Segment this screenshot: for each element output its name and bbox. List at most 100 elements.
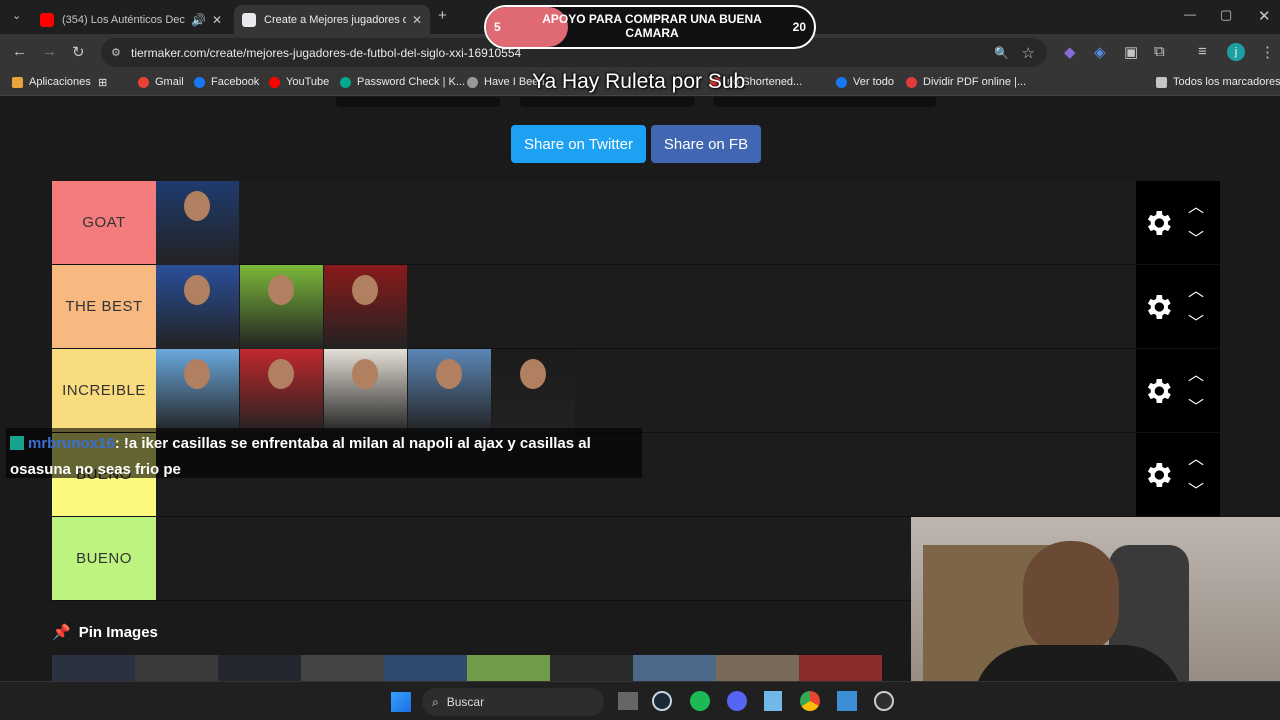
media-icon[interactable]: ≡ [1198,43,1207,60]
pool-thumb[interactable] [799,655,882,681]
youtube-icon [40,12,54,27]
tier-label[interactable]: GOAT [52,181,156,264]
ruleta-overlay-text: Ya Hay Ruleta por Sub [532,70,746,93]
top-input[interactable] [336,97,500,107]
pool-thumb[interactable] [384,655,467,681]
bookmark-password-check[interactable]: Password Check | K... [340,76,465,88]
tier-row: BUENO [52,517,912,601]
bookmark-dividir-pdf[interactable]: Dividir PDF online |... [906,76,1026,88]
player-thumbnail[interactable] [492,349,575,433]
player-thumbnail[interactable] [156,181,239,265]
player-thumbnail[interactable] [240,265,323,349]
site-info-icon[interactable]: ⚙ [111,46,121,59]
move-up-icon[interactable]: ︿ [1188,193,1204,217]
tab-title: Create a Mejores jugadores de [264,13,406,26]
bookmark-ver-todo[interactable]: Ver todo [836,76,894,88]
profile-avatar[interactable]: j [1227,43,1245,61]
move-up-icon[interactable]: ︿ [1188,277,1204,301]
gear-icon[interactable] [1142,459,1174,491]
top-input[interactable] [520,97,694,107]
grid-icon[interactable]: ⊞ [98,76,107,89]
close-window-icon[interactable]: ✕ [1258,7,1271,25]
menu-icon[interactable]: ⋮ [1260,43,1275,61]
windows-taskbar: ⌕ Buscar [0,681,1280,720]
tab-list-icon[interactable]: ⌄ [12,9,21,22]
tier-label[interactable]: BUENO [52,517,156,600]
tier-label[interactable]: THE BEST [52,265,156,348]
obs-icon[interactable] [874,691,894,711]
close-icon[interactable]: ✕ [212,13,222,27]
taskbar-search[interactable]: ⌕ Buscar [422,688,604,716]
pool-thumb[interactable] [301,655,384,681]
chat-badge-icon [10,436,24,450]
maximize-icon[interactable]: ▢ [1220,7,1232,23]
discord-icon[interactable] [727,691,747,711]
close-icon[interactable]: ✕ [412,13,422,27]
player-thumbnail[interactable] [324,265,407,349]
pool-thumb[interactable] [716,655,799,681]
move-up-icon[interactable]: ︿ [1188,361,1204,385]
photos-icon[interactable] [837,691,857,711]
player-thumbnail[interactable] [156,265,239,349]
pool-thumb[interactable] [218,655,301,681]
share-fb-button[interactable]: Share on FB [651,125,761,163]
pool-thumb[interactable] [135,655,218,681]
extensions-puzzle-icon[interactable]: ⧉ [1154,43,1165,60]
player-head [184,275,210,305]
steam-icon[interactable] [652,691,672,711]
zoom-icon[interactable]: 🔍 [994,46,1009,60]
tier-label[interactable]: INCREIBLE [52,349,156,432]
extension-icon[interactable]: ▣ [1124,43,1138,61]
facebook-icon [194,76,205,88]
bookmark-facebook[interactable]: Facebook [194,76,259,88]
bookmark-gmail[interactable]: Gmail [138,76,184,88]
bookmark-all[interactable]: Todos los marcadores [1156,76,1280,88]
gmail-icon [138,76,149,88]
bookmark-apps[interactable]: Aplicaciones [12,76,91,88]
player-thumbnail[interactable] [408,349,491,433]
reload-icon[interactable]: ↻ [72,43,85,61]
file-explorer-icon[interactable] [618,692,638,710]
new-tab-icon[interactable]: + [438,7,447,24]
star-icon[interactable]: ☆ [1022,44,1035,62]
back-icon[interactable]: ← [12,43,27,60]
tab-tiermaker[interactable]: Create a Mejores jugadores de ✕ [234,5,430,34]
player-thumbnail[interactable] [324,349,407,433]
extension-icon[interactable]: ◆ [1064,43,1076,61]
minimize-icon[interactable]: — [1184,7,1196,21]
player-head [352,359,378,389]
move-down-icon[interactable]: ﹀ [1188,225,1204,249]
spotify-icon[interactable] [690,691,710,711]
tab-youtube[interactable]: (354) Los Auténticos Decad 🔊 ✕ [32,5,230,34]
folder-icon [1156,76,1167,88]
bookmark-youtube[interactable]: YouTube [269,76,329,88]
player-thumbnail[interactable] [240,349,323,433]
tab-title: (354) Los Auténticos Decad [62,13,185,26]
forward-icon[interactable]: → [42,43,57,60]
move-up-icon[interactable]: ︿ [1188,445,1204,469]
goal-current: 5 [494,20,501,34]
gear-icon[interactable] [1142,207,1174,239]
player-head [520,359,546,389]
share-twitter-button[interactable]: Share on Twitter [511,125,646,163]
player-head [436,359,462,389]
top-input[interactable] [714,97,936,107]
gear-icon[interactable] [1142,375,1174,407]
pool-thumb[interactable] [52,655,135,681]
player-thumbnail[interactable] [156,349,239,433]
chrome-icon[interactable] [800,691,820,711]
pool-thumb[interactable] [550,655,633,681]
move-down-icon[interactable]: ﹀ [1188,393,1204,417]
extension-icon[interactable]: ◈ [1094,43,1106,61]
kaspersky-icon [340,76,351,88]
gear-icon[interactable] [1142,291,1174,323]
pool-thumb[interactable] [633,655,716,681]
pin-images[interactable]: 📌 Pin Images [52,623,158,642]
move-down-icon[interactable]: ﹀ [1188,309,1204,333]
pool-thumb[interactable] [467,655,550,681]
move-down-icon[interactable]: ﹀ [1188,477,1204,501]
notepad-icon[interactable] [764,691,782,711]
hibp-icon [467,76,478,88]
player-head [268,359,294,389]
windows-start-icon[interactable] [391,692,411,712]
